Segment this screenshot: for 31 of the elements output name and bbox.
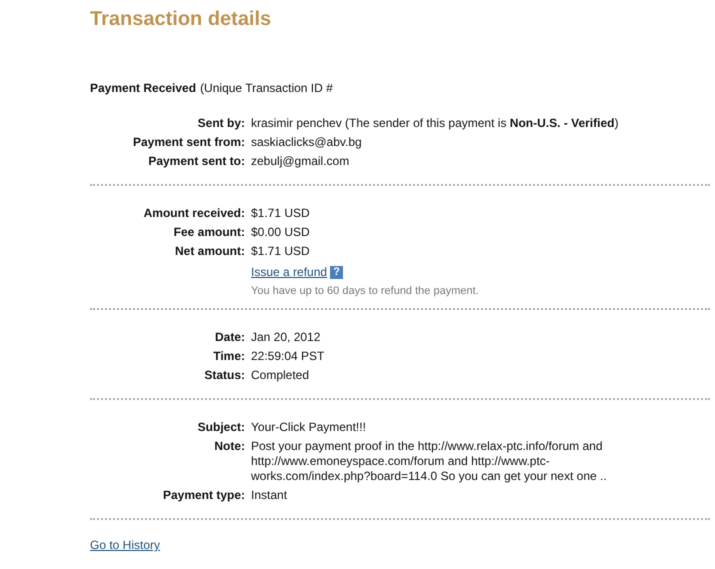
field-label: Fee amount: [172, 225, 246, 240]
field-label: Time: [212, 349, 246, 364]
field-label: Date: [214, 330, 246, 345]
field-value: Post your payment proof in the http://www.relax-ptc.info/forum and http://www.emoneyspace.com/forum and http://www.ptc-works.com/index.php?board=114.0 So you can get your next one .. [251, 439, 608, 484]
field-label: Amount received: [142, 206, 246, 221]
field-label: Sent by: [196, 116, 246, 131]
page-title: Transaction details [90, 7, 272, 31]
field-value: $0.00 USD [251, 225, 311, 240]
field-label: Payment sent to: [147, 154, 246, 169]
field-label: Payment type: [162, 488, 246, 503]
field-value: $1.71 USD [251, 206, 311, 221]
field-label: Status: [203, 368, 246, 383]
field-label: Payment sent from: [132, 135, 246, 150]
field-value: Your-Click Payment!!! [251, 420, 367, 435]
history-link[interactable]: Go to History [90, 538, 160, 552]
field-value: saskiaclicks@abv.bg [251, 135, 363, 150]
field-value: $1.71 USD [251, 244, 311, 259]
field-value: Completed [251, 368, 310, 383]
field-label: Net amount: [174, 244, 246, 259]
field-label: Note: [213, 439, 246, 455]
field-value: Jan 20, 2012 [251, 330, 322, 345]
issue-refund-link[interactable]: Issue a refund [251, 265, 328, 279]
field-value: zebulj@gmail.com [251, 154, 350, 169]
field-label: Subject: [196, 420, 246, 435]
section-heading: Payment Received [90, 81, 196, 95]
help-icon[interactable]: ? [330, 266, 344, 278]
field-value: krasimir penchev (The sender of this payment is Non-U.S. - Verified) [251, 116, 620, 131]
field-value: Instant [251, 488, 288, 503]
field-value: 22:59:04 PST [251, 349, 326, 364]
refund-hint: You have up to 60 days to refund the payment. [251, 285, 480, 297]
transaction-id-label: (Unique Transaction ID # [200, 81, 333, 95]
